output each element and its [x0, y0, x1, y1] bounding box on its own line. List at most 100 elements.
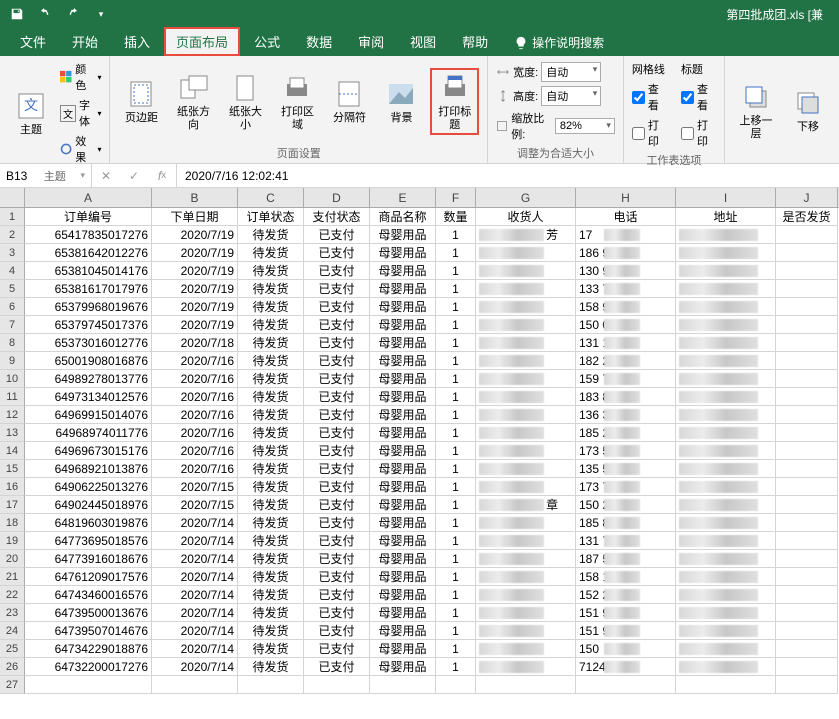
cell[interactable]: 待发货: [238, 604, 304, 622]
cell[interactable]: 151 929: [576, 622, 676, 640]
cell[interactable]: [676, 676, 776, 694]
cell[interactable]: [676, 388, 776, 406]
cell[interactable]: [476, 514, 576, 532]
cell[interactable]: 1: [436, 388, 476, 406]
cell[interactable]: 母婴用品: [370, 640, 436, 658]
cell[interactable]: 2020/7/16: [152, 406, 238, 424]
cell[interactable]: 131 728: [576, 532, 676, 550]
cell[interactable]: [776, 676, 838, 694]
cell[interactable]: [576, 676, 676, 694]
undo-icon[interactable]: [34, 3, 56, 25]
cell[interactable]: [776, 370, 838, 388]
cell[interactable]: 7124: [576, 658, 676, 676]
row-header[interactable]: 15: [0, 460, 25, 478]
cell[interactable]: 已支付: [304, 514, 370, 532]
cell[interactable]: 已支付: [304, 352, 370, 370]
cell[interactable]: 173 751: [576, 478, 676, 496]
cell[interactable]: 2020/7/14: [152, 658, 238, 676]
cell[interactable]: [676, 226, 776, 244]
cell[interactable]: 已支付: [304, 496, 370, 514]
cell[interactable]: 2020/7/16: [152, 442, 238, 460]
cell[interactable]: [776, 658, 838, 676]
cell[interactable]: 母婴用品: [370, 496, 436, 514]
cell[interactable]: [304, 676, 370, 694]
row-header[interactable]: 25: [0, 640, 25, 658]
cell[interactable]: [370, 676, 436, 694]
cell[interactable]: 母婴用品: [370, 622, 436, 640]
cell[interactable]: [476, 478, 576, 496]
cells-area[interactable]: 订单编号下单日期订单状态支付状态商品名称数量收货人电话地址是否发货6541783…: [25, 208, 839, 694]
cell[interactable]: 1: [436, 406, 476, 424]
cell[interactable]: 1: [436, 514, 476, 532]
cell[interactable]: [676, 298, 776, 316]
cell[interactable]: 母婴用品: [370, 262, 436, 280]
cell[interactable]: 待发货: [238, 370, 304, 388]
cell[interactable]: 2020/7/19: [152, 316, 238, 334]
cell[interactable]: [676, 424, 776, 442]
headings-print-checkbox[interactable]: [681, 127, 694, 140]
row-header[interactable]: 23: [0, 604, 25, 622]
effects-button[interactable]: 效果▾: [60, 132, 101, 166]
cell[interactable]: 2020/7/16: [152, 424, 238, 442]
gridlines-view-checkbox[interactable]: [632, 91, 645, 104]
col-header[interactable]: C: [238, 188, 304, 207]
cell[interactable]: [776, 640, 838, 658]
cell[interactable]: 母婴用品: [370, 658, 436, 676]
cell[interactable]: 64734229018876: [25, 640, 152, 658]
cell[interactable]: 待发货: [238, 550, 304, 568]
cell[interactable]: 1: [436, 334, 476, 352]
cell[interactable]: [676, 640, 776, 658]
cell[interactable]: 母婴用品: [370, 388, 436, 406]
cell[interactable]: 已支付: [304, 280, 370, 298]
cell[interactable]: 待发货: [238, 460, 304, 478]
cell[interactable]: [776, 586, 838, 604]
cell[interactable]: 2020/7/14: [152, 550, 238, 568]
row-header[interactable]: 9: [0, 352, 25, 370]
grid[interactable]: A B C D E F G H I J 12345678910111213141…: [0, 188, 839, 694]
cell[interactable]: [238, 676, 304, 694]
cell[interactable]: 185 206: [576, 424, 676, 442]
cell[interactable]: 已支付: [304, 244, 370, 262]
cell[interactable]: [776, 406, 838, 424]
tab-insert[interactable]: 插入: [112, 27, 162, 56]
cell[interactable]: 已支付: [304, 442, 370, 460]
cell[interactable]: 章: [476, 496, 576, 514]
formula-input[interactable]: 2020/7/16 12:02:41: [177, 164, 839, 187]
cell[interactable]: 65381617017976: [25, 280, 152, 298]
cell[interactable]: 1: [436, 550, 476, 568]
cell[interactable]: 65373016012776: [25, 334, 152, 352]
cell[interactable]: 1: [436, 424, 476, 442]
row-header[interactable]: 1: [0, 208, 25, 226]
header-cell[interactable]: 订单编号: [25, 208, 152, 226]
cell[interactable]: 已支付: [304, 640, 370, 658]
cell[interactable]: [776, 316, 838, 334]
cell[interactable]: 母婴用品: [370, 298, 436, 316]
cell[interactable]: [476, 586, 576, 604]
row-header[interactable]: 4: [0, 262, 25, 280]
cell[interactable]: 2020/7/14: [152, 640, 238, 658]
cell[interactable]: [476, 262, 576, 280]
cell[interactable]: 母婴用品: [370, 604, 436, 622]
cell[interactable]: 1: [436, 478, 476, 496]
cell[interactable]: 64968974011776: [25, 424, 152, 442]
header-cell[interactable]: 电话: [576, 208, 676, 226]
row-header[interactable]: 19: [0, 532, 25, 550]
cell[interactable]: 64968921013876: [25, 460, 152, 478]
cell[interactable]: [476, 406, 576, 424]
cell[interactable]: 1: [436, 316, 476, 334]
cell[interactable]: 187 598: [576, 550, 676, 568]
cell[interactable]: 1: [436, 658, 476, 676]
cell[interactable]: 2020/7/19: [152, 280, 238, 298]
tab-file[interactable]: 文件: [8, 27, 58, 56]
background-button[interactable]: 背景: [378, 76, 424, 126]
cell[interactable]: [676, 622, 776, 640]
cell[interactable]: 待发货: [238, 424, 304, 442]
cell[interactable]: 2020/7/14: [152, 604, 238, 622]
cell[interactable]: 母婴用品: [370, 478, 436, 496]
cell[interactable]: 待发货: [238, 226, 304, 244]
tell-me-search[interactable]: 操作说明搜索: [502, 29, 616, 56]
cell[interactable]: 待发货: [238, 352, 304, 370]
cell[interactable]: 已支付: [304, 334, 370, 352]
cell[interactable]: 母婴用品: [370, 280, 436, 298]
colors-button[interactable]: 颜色▾: [60, 60, 101, 94]
